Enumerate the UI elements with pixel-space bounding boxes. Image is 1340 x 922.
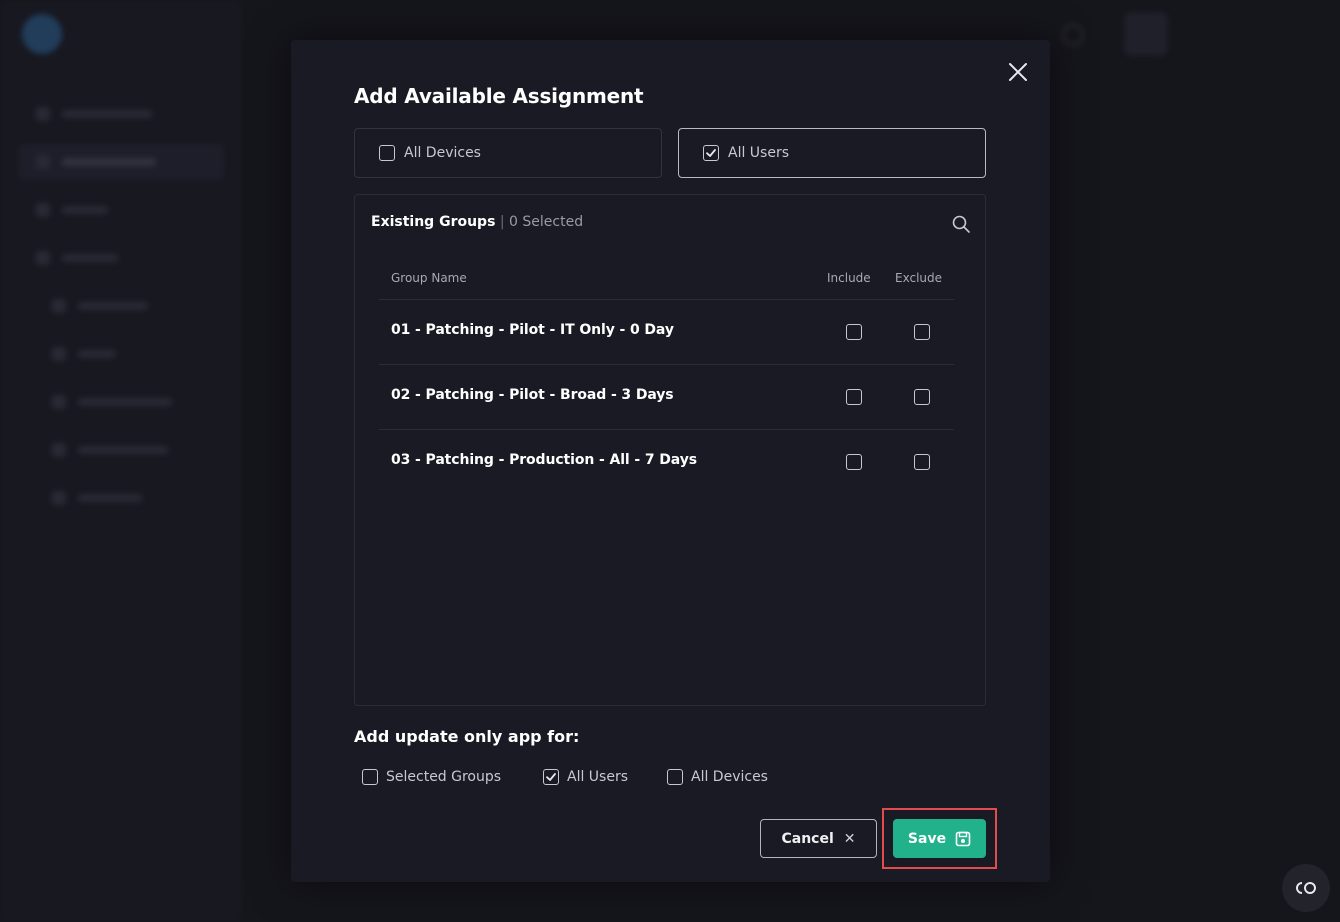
all-devices-checkbox[interactable] [379,145,395,161]
sidebar [0,0,240,922]
option-all-users[interactable]: All Users [678,128,986,178]
groups-title: Existing Groups [371,214,496,230]
update-option-selected-groups[interactable]: Selected Groups [362,769,501,785]
group-row-name: 02 - Patching - Pilot - Broad - 3 Days [391,387,674,403]
include-checkbox[interactable] [846,454,862,470]
include-checkbox[interactable] [846,324,862,340]
avatar [1124,12,1168,56]
save-button[interactable]: Save [893,819,986,858]
checkmark-icon [546,773,556,781]
sidebar-subitem-blurred [34,432,214,468]
update-all-devices-checkbox[interactable] [667,769,683,785]
table-divider [379,299,954,300]
modal-title: Add Available Assignment [354,84,644,108]
option-all-devices[interactable]: All Devices [354,128,662,178]
table-divider [379,364,954,365]
all-users-checkbox[interactable] [703,145,719,161]
bell-icon [1062,24,1084,46]
group-row-name: 01 - Patching - Pilot - IT Only - 0 Day [391,322,674,338]
close-icon[interactable] [1006,60,1030,84]
option-label: All Users [728,145,790,161]
checkmark-icon [706,149,716,157]
sidebar-item-blurred-active [18,144,224,180]
selected-groups-checkbox[interactable] [362,769,378,785]
close-x-icon: ✕ [843,830,856,847]
option-label: Selected Groups [386,769,502,785]
groups-separator: | [499,214,505,230]
sidebar-subitem-blurred [34,384,214,420]
logo-icon [22,14,62,54]
column-header-include: Include [827,271,871,285]
sidebar-item-blurred [18,96,224,132]
sidebar-subitem-blurred [34,480,214,516]
search-icon[interactable] [951,214,971,234]
exclude-checkbox[interactable] [914,324,930,340]
exclude-checkbox[interactable] [914,454,930,470]
update-option-all-users[interactable]: All Users [543,769,628,785]
sidebar-item-blurred [18,240,224,276]
cancel-label: Cancel [781,830,834,847]
column-header-exclude: Exclude [895,271,943,285]
update-only-title: Add update only app for: [354,727,580,746]
sidebar-subitem-blurred [34,288,214,324]
help-chat-button[interactable] [1282,864,1330,912]
group-row-name: 03 - Patching - Production - All - 7 Day… [391,452,697,468]
sidebar-item-blurred [18,192,224,228]
sidebar-subitem-blurred [34,336,214,372]
groups-header: Existing Groups | 0 Selected [371,214,583,230]
update-all-users-checkbox[interactable] [543,769,559,785]
option-label: All Users [567,769,629,785]
save-label: Save [907,830,947,847]
cancel-button[interactable]: Cancel ✕ [760,819,877,858]
include-checkbox[interactable] [846,389,862,405]
chat-icon [1296,882,1316,894]
table-divider [379,429,954,430]
option-label: All Devices [691,769,768,785]
update-option-all-devices[interactable]: All Devices [667,769,768,785]
column-header-group-name: Group Name [391,271,467,285]
option-label: All Devices [404,145,481,161]
exclude-checkbox[interactable] [914,389,930,405]
save-icon [955,831,971,846]
selected-count: 0 Selected [509,214,584,230]
